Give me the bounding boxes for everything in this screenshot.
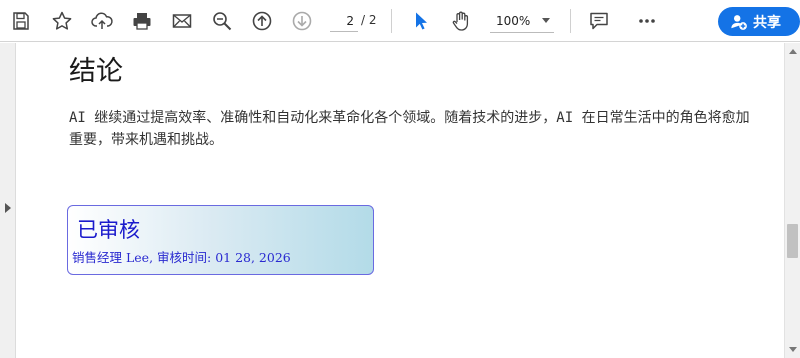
zoom-value: 100% [496,13,531,28]
more-icon[interactable] [634,8,660,34]
toolbar-divider [570,9,571,33]
toolbar: / 2 100% 共享 [0,0,800,42]
section-paragraph: AI 继续通过提高效率、准确性和自动化来革命化各个领域。随着技术的进步，AI 在… [69,110,750,148]
left-panel-rail [0,43,16,358]
page-total: / 2 [361,13,377,27]
document-page: 结论 AI 继续通过提高效率、准确性和自动化来革命化各个领域。随着技术的进步，A… [17,43,784,358]
page-down-icon[interactable] [289,8,315,34]
comment-icon[interactable] [586,8,612,34]
chevron-down-icon [542,18,550,23]
cloud-upload-icon[interactable] [89,8,115,34]
scroll-up-icon[interactable] [789,49,797,54]
email-icon[interactable] [169,8,195,34]
add-user-icon [731,14,747,30]
save-icon[interactable] [8,8,34,34]
scrollbar-thumb[interactable] [787,224,798,258]
page-up-icon[interactable] [249,8,275,34]
expand-panel-icon[interactable] [5,203,11,213]
hand-tool-icon[interactable] [448,8,474,34]
select-pointer-icon[interactable] [408,8,434,34]
toolbar-divider [391,9,392,33]
page-number-input[interactable] [330,10,358,32]
stamp-title: 已审核 [77,218,140,242]
section-heading: 结论 [69,56,123,87]
share-button[interactable]: 共享 [718,7,800,36]
print-icon[interactable] [129,8,155,34]
vertical-scrollbar[interactable] [784,43,800,358]
bookmark-star-icon[interactable] [49,8,75,34]
approval-stamp[interactable]: 已审核 销售经理 Lee, 审核时间: 01 28, 2026 [67,205,374,275]
zoom-dropdown[interactable]: 100% [490,9,554,33]
scroll-down-icon[interactable] [789,347,797,352]
share-label: 共享 [753,14,781,31]
stamp-subtitle: 销售经理 Lee, 审核时间: 01 28, 2026 [72,250,291,265]
zoom-search-icon[interactable] [209,8,235,34]
